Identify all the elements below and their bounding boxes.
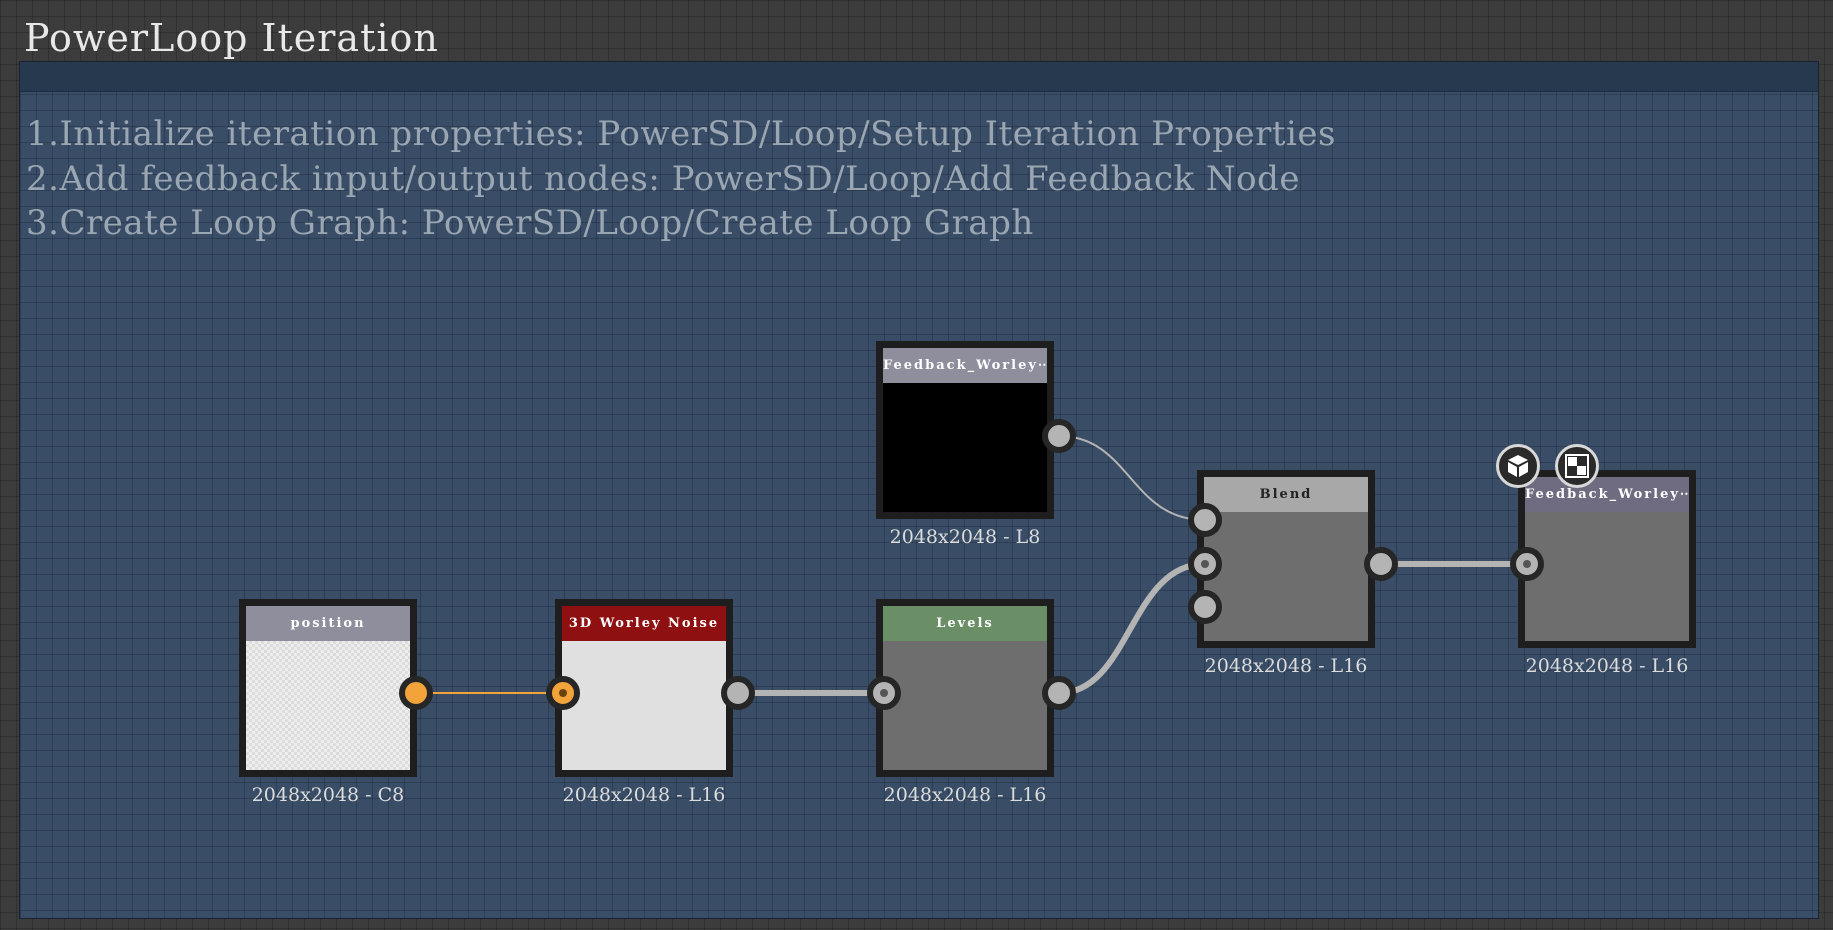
node-position[interactable]: position 2048x2048 - C8 bbox=[239, 599, 417, 806]
checker-icon-glyph bbox=[1565, 454, 1589, 478]
node-blend[interactable]: Blend 2048x2048 - L16 bbox=[1197, 470, 1375, 677]
node-header: Feedback_Worley⋯ bbox=[1525, 477, 1689, 512]
node-resolution-label: 2048x2048 - L16 bbox=[1204, 655, 1368, 677]
node-thumbnail bbox=[246, 641, 410, 770]
frame-instructions: 1.Initialize iteration properties: Power… bbox=[26, 112, 1336, 246]
node-resolution-label: 2048x2048 - L16 bbox=[1525, 655, 1689, 677]
instruction-line-1: 1.Initialize iteration properties: Power… bbox=[26, 114, 1336, 154]
node-header: Blend bbox=[1204, 477, 1368, 512]
frame-title[interactable]: PowerLoop Iteration bbox=[24, 16, 439, 60]
node-thumbnail bbox=[883, 641, 1047, 770]
node-3d-worley-noise[interactable]: 3D Worley Noise 2048x2048 - L16 bbox=[555, 599, 733, 806]
node-levels[interactable]: Levels 2048x2048 - L16 bbox=[876, 599, 1054, 806]
node-feedback-input[interactable]: Feedback_Worley⋯ 2048x2048 - L8 bbox=[876, 341, 1054, 548]
node-thumbnail bbox=[1525, 512, 1689, 641]
node-resolution-label: 2048x2048 - L16 bbox=[883, 784, 1047, 806]
node-thumbnail bbox=[562, 641, 726, 770]
port-feedback-output-input[interactable] bbox=[1510, 547, 1544, 581]
port-blend-foreground[interactable] bbox=[1188, 503, 1222, 537]
instruction-line-2: 2.Add feedback input/output nodes: Power… bbox=[26, 158, 1300, 199]
node-header: Feedback_Worley⋯ bbox=[883, 348, 1047, 383]
node-header: Levels bbox=[883, 606, 1047, 641]
port-blend-opacity[interactable] bbox=[1188, 590, 1222, 624]
node-header: position bbox=[246, 606, 410, 641]
3d-cube-icon[interactable] bbox=[1496, 444, 1540, 488]
port-levels-input[interactable] bbox=[867, 676, 901, 710]
port-blend-output[interactable] bbox=[1364, 547, 1398, 581]
port-dot bbox=[1523, 560, 1531, 568]
instruction-line-3: 3.Create Loop Graph: PowerSD/Loop/Create… bbox=[26, 203, 1034, 243]
port-dot bbox=[880, 689, 888, 697]
node-header: 3D Worley Noise bbox=[562, 606, 726, 641]
node-resolution-label: 2048x2048 - L16 bbox=[562, 784, 726, 806]
port-blend-background[interactable] bbox=[1188, 547, 1222, 581]
frame-header-bar[interactable] bbox=[20, 62, 1818, 92]
port-dot bbox=[1201, 560, 1209, 568]
node-resolution-label: 2048x2048 - C8 bbox=[251, 784, 405, 806]
node-thumbnail bbox=[883, 383, 1047, 512]
port-position-output[interactable] bbox=[399, 676, 433, 710]
port-levels-output[interactable] bbox=[1042, 676, 1076, 710]
checker-icon[interactable] bbox=[1555, 444, 1599, 488]
node-resolution-label: 2048x2048 - L8 bbox=[889, 526, 1041, 548]
port-feedback-input-output[interactable] bbox=[1042, 419, 1076, 453]
3d-cube-icon-glyph bbox=[1508, 455, 1528, 477]
port-worley-output[interactable] bbox=[721, 676, 755, 710]
node-feedback-output[interactable]: Feedback_Worley⋯ 2048x2048 - L16 bbox=[1518, 470, 1696, 677]
port-worley-input[interactable] bbox=[546, 676, 580, 710]
port-dot bbox=[559, 689, 567, 697]
node-thumbnail bbox=[1204, 512, 1368, 641]
